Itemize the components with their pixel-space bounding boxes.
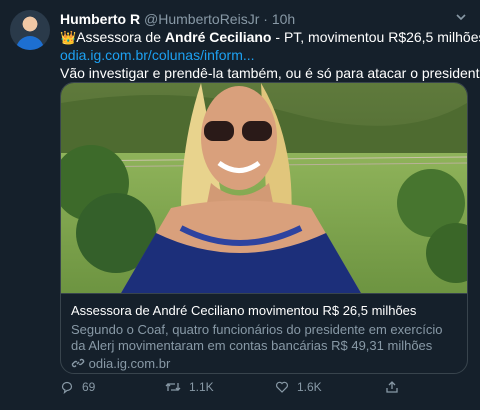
reply-button[interactable]: 69 (60, 380, 95, 394)
author-handle[interactable]: @HumbertoReisJr (144, 11, 259, 27)
tweet-text-line-1: 👑Assessora de André Ceciliano - PT, movi… (60, 28, 480, 47)
tweet[interactable]: Humberto R @HumbertoReisJr · 10h 👑Assess… (0, 0, 480, 410)
card-description: Segundo o Coaf, quatro funcionários do p… (71, 322, 443, 353)
reply-count: 69 (82, 380, 96, 394)
caret-down-icon[interactable] (454, 10, 468, 27)
share-icon (386, 381, 398, 393)
card-domain: odia.ig.com.br (88, 356, 171, 371)
share-button[interactable] (385, 380, 399, 394)
retweet-icon (165, 383, 181, 391)
like-icon (276, 381, 288, 393)
card-image (61, 83, 467, 293)
tweet-text-part1: Assessora de (76, 29, 165, 45)
tweet-question: Vão investigar e prendê-la também, ou é … (60, 65, 480, 81)
tweet-link[interactable]: odia.ig.com.br/colunas/inform... (60, 46, 255, 64)
reply-icon (61, 381, 73, 394)
tweet-header: Humberto R @HumbertoReisJr · 10h (60, 10, 295, 28)
card-domain-row: odia.ig.com.br (71, 356, 457, 371)
card-title[interactable]: Assessora de André Ceciliano movimentou … (71, 302, 457, 319)
timestamp[interactable]: 10h (272, 11, 295, 27)
retweet-count: 1.1K (189, 380, 214, 394)
crown-emoji: 👑 (60, 30, 77, 45)
card-body: Assessora de André Ceciliano movimentou … (61, 293, 467, 373)
like-button[interactable]: 1.6K (275, 380, 322, 394)
like-count: 1.6K (297, 380, 322, 394)
tweet-text-bold: André Ceciliano (164, 29, 272, 45)
link-icon (71, 358, 85, 368)
tweet-text-part2: - PT, movimentou R$26,5 milhões (271, 29, 480, 45)
avatar[interactable] (10, 10, 50, 50)
link-card[interactable]: Assessora de André Ceciliano movimentou … (60, 82, 468, 374)
separator: · (263, 11, 268, 27)
author-name[interactable]: Humberto R (60, 11, 140, 27)
action-bar: 69 1.1K 1.6K (60, 380, 466, 400)
retweet-button[interactable]: 1.1K (165, 380, 214, 394)
